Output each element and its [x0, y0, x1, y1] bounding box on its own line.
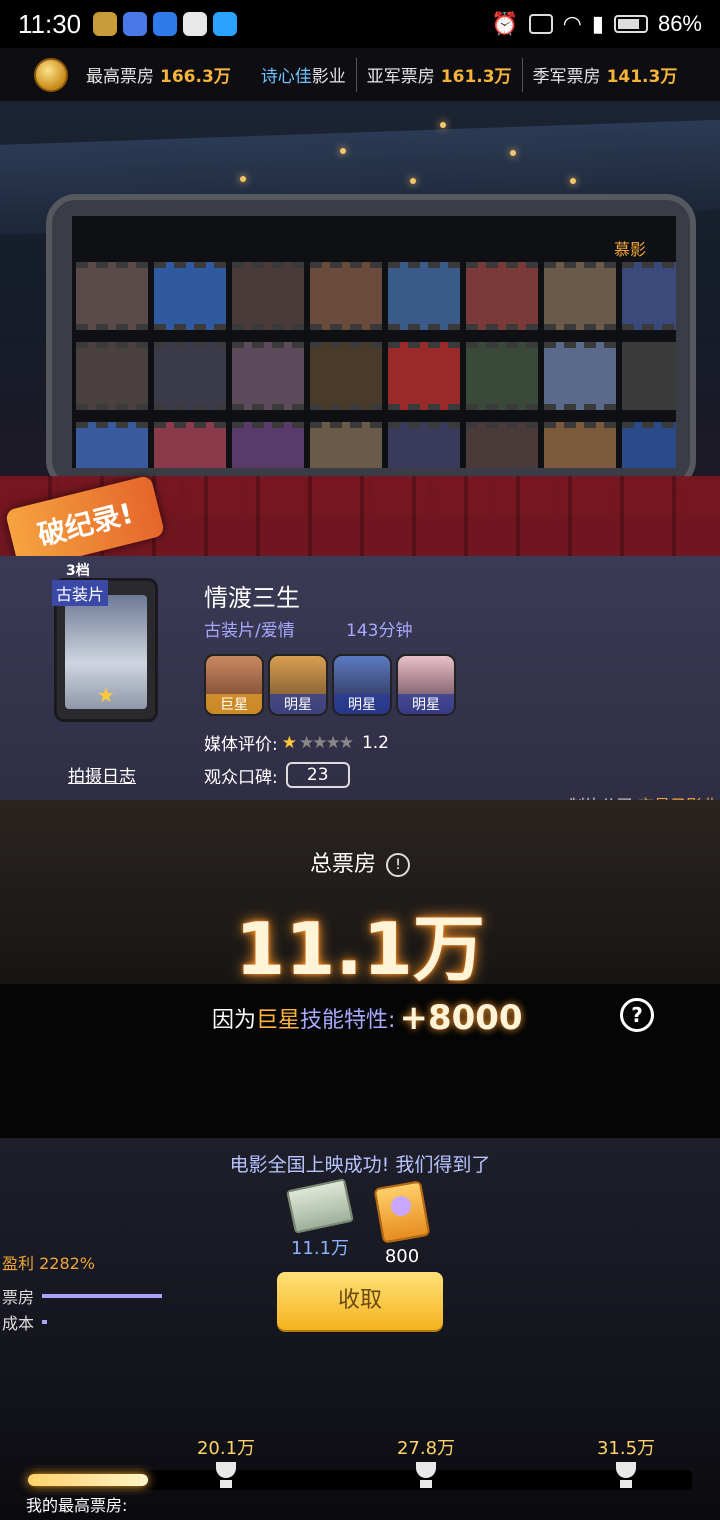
trophy-icon	[212, 1462, 240, 1490]
box-office-panel: 总票房! 11.1万	[0, 800, 720, 991]
ceiling-light	[410, 178, 416, 184]
reward-items: 11.1万 800	[286, 1178, 434, 1267]
third-box-office-value: 141.3万	[606, 67, 678, 87]
actor-avatar[interactable]: 明星	[268, 654, 328, 716]
cost-bar-row: 成本	[2, 1310, 48, 1334]
audience-rating: 观众口碑: 23	[204, 762, 350, 788]
third-box-office-label: 季军票房	[532, 67, 601, 87]
cost-label: 成本	[2, 1314, 35, 1333]
top-box-office-label: 最高票房	[86, 67, 154, 87]
alarm-icon: ⏰	[491, 11, 519, 36]
battery-percent: 86%	[657, 11, 702, 36]
bonus-panel: 因为 巨星 技能特性: +8000 ?	[0, 984, 720, 1138]
bonus-highlight: 巨星	[256, 1008, 301, 1033]
cost-bar	[42, 1320, 48, 1324]
vibrate-icon	[528, 14, 553, 34]
music-app-icon	[123, 12, 148, 36]
revenue-bar	[42, 1294, 163, 1298]
cast-list: 巨星 明星 明星 明星	[204, 654, 456, 716]
top-studio-suffix: 影业	[311, 67, 346, 87]
media-rating: 媒体评价: ★ ★★★★ 1.2	[204, 730, 389, 756]
audience-rating-value: 23	[285, 762, 350, 788]
wifi-icon: ◠	[562, 11, 582, 36]
ceiling-light	[240, 176, 246, 182]
reward-card-value: 800	[384, 1246, 420, 1267]
total-box-office-value: 11.1万	[235, 907, 485, 991]
bonus-amount: +8000	[399, 998, 523, 1038]
empty-stars-icon: ★★★★	[298, 732, 354, 753]
genre-tag: 古装片	[52, 580, 109, 606]
status-bar: 11:30 ⏰ ◠ ▮ 86%	[0, 0, 720, 48]
ceiling-light	[340, 148, 346, 154]
star-icon: ★	[97, 683, 115, 707]
second-box-office-label: 亚军票房	[366, 67, 435, 87]
help-icon[interactable]: ?	[620, 998, 654, 1032]
signal-icon: ▮	[591, 11, 604, 36]
reward-title: 电影全国上映成功! 我们得到了	[229, 1154, 491, 1176]
bonus-suffix: 技能特性:	[300, 1008, 396, 1033]
actor-tier-label: 明星	[270, 694, 326, 714]
ceiling-light	[510, 150, 516, 156]
divider	[355, 57, 357, 92]
movie-info-panel: 3档 古装片 ★ 拍摄日志 情渡三生 古装片/爱情 143分钟 巨星 明星 明星…	[0, 556, 720, 815]
cinema-screen: 慕影	[72, 216, 676, 468]
movie-duration: 143分钟	[346, 621, 413, 641]
screen-tag: 慕影	[613, 240, 646, 259]
collect-button[interactable]: 收取	[277, 1272, 443, 1330]
media-rating-value: 1.2	[361, 732, 389, 753]
total-box-office-text: 总票房	[309, 852, 376, 877]
search-app-icon	[213, 12, 238, 36]
reward-money-value: 11.1万	[290, 1238, 350, 1259]
grade-label: 3档	[66, 563, 90, 579]
film-strip	[72, 262, 676, 330]
money-stack-icon	[286, 1178, 354, 1234]
ceiling-light	[440, 122, 446, 128]
shooting-log-link[interactable]: 拍摄日志	[68, 762, 136, 787]
actor-avatar[interactable]: 巨星	[204, 654, 264, 716]
info-icon[interactable]: !	[386, 853, 410, 877]
divider	[521, 57, 523, 92]
bonus-text: 因为 巨星 技能特性: +8000	[212, 998, 523, 1038]
audience-rating-label: 观众口碑:	[204, 767, 278, 788]
wechat-app-icon	[183, 12, 208, 36]
film-strip	[72, 342, 676, 410]
movie-genres: 古装片/爱情	[204, 621, 295, 641]
milestone-value: 20.1万	[196, 1438, 256, 1459]
actor-tier-label: 明星	[398, 694, 454, 714]
my-best-label: 我的最高票房:	[26, 1496, 128, 1515]
progress-fill	[28, 1474, 148, 1486]
actor-avatar[interactable]: 明星	[396, 654, 456, 716]
top-box-office-value: 166.3万	[160, 67, 231, 87]
battery-icon	[613, 15, 648, 33]
second-box-office-value: 161.3万	[440, 67, 512, 87]
card-icon	[373, 1180, 431, 1244]
media-rating-label: 媒体评价:	[204, 735, 278, 755]
actor-tier-label: 明星	[334, 694, 390, 714]
reward-item: 11.1万	[286, 1178, 354, 1267]
actor-tier-label: 巨星	[206, 694, 262, 714]
reward-item: 800	[370, 1180, 434, 1267]
cinema-screen-frame: 慕影	[46, 194, 696, 490]
revenue-bar-row: 票房	[2, 1284, 163, 1308]
bonus-prefix: 因为	[212, 1008, 257, 1033]
top-studio-name[interactable]: 诗心佳	[261, 62, 312, 87]
movie-title: 情渡三生	[204, 584, 300, 612]
status-time: 11:30	[18, 8, 82, 39]
medal-icon	[34, 57, 68, 92]
milestone-progress: 20.1万 27.8万 31.5万 我的最高票房:	[0, 1430, 720, 1520]
milestone-value: 31.5万	[596, 1438, 656, 1459]
browser-app-icon	[153, 12, 178, 36]
milestone-value: 27.8万	[396, 1438, 456, 1459]
trophy-icon	[612, 1462, 640, 1490]
revenue-label: 票房	[2, 1288, 35, 1307]
profit-percentage: 盈利 2282%	[2, 1254, 96, 1273]
ceiling-light	[570, 178, 576, 184]
film-strip	[72, 422, 676, 468]
half-star-icon: ★	[281, 732, 297, 753]
ranking-bar: 最高票房 166.3万 诗心佳 影业 亚军票房 161.3万 季军票房 141.3…	[0, 48, 720, 102]
actor-avatar[interactable]: 明星	[332, 654, 392, 716]
game-app-icon	[93, 12, 118, 36]
trophy-icon	[412, 1462, 440, 1490]
total-box-office-label: 总票房!	[0, 846, 720, 878]
